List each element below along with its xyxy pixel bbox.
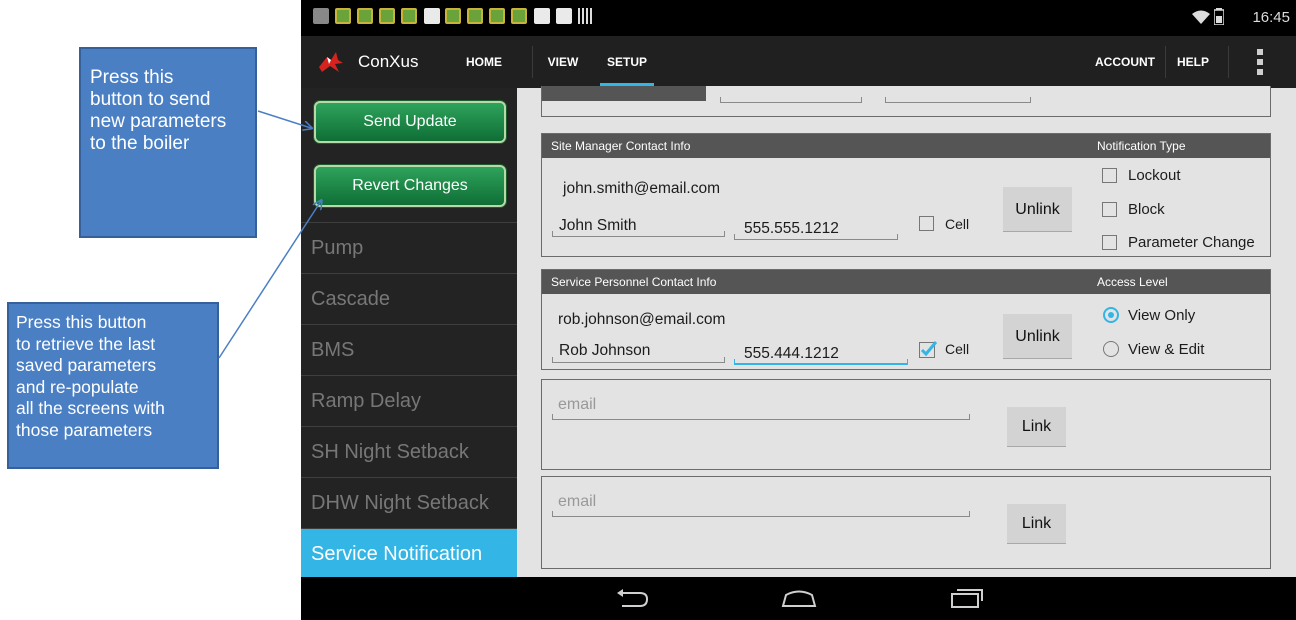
- email-field-underline: [552, 511, 970, 517]
- email-input[interactable]: email: [558, 493, 596, 511]
- briefcase-icon: [534, 8, 550, 24]
- parameter-change-checkbox[interactable]: [1102, 235, 1117, 250]
- parameter-change-label: Parameter Change: [1128, 234, 1255, 251]
- email-field-underline: [552, 414, 970, 420]
- lockout-label: Lockout: [1128, 167, 1181, 184]
- service-personnel-title: Service Personnel Contact Info: [551, 275, 717, 289]
- site-manager-email[interactable]: john.smith@email.com: [563, 180, 720, 198]
- app-notification-icon: [511, 8, 527, 24]
- app-notification-icon: [489, 8, 505, 24]
- empty-contact-slot: email Link: [541, 476, 1271, 569]
- action-bar: ConXus HOME VIEW SETUP ACCOUNT HELP: [301, 36, 1296, 88]
- revert-changes-button[interactable]: Revert Changes: [314, 165, 506, 207]
- service-personnel-panel: Service Personnel Contact Info Access Le…: [541, 269, 1271, 370]
- tab-account[interactable]: ACCOUNT: [1091, 36, 1159, 88]
- service-personnel-email[interactable]: rob.johnson@email.com: [558, 311, 725, 329]
- sidebar: Send Update Revert Changes Pump Cascade …: [301, 88, 517, 577]
- app-name: ConXus: [358, 52, 419, 71]
- gallery-icon: [313, 8, 329, 24]
- tab-setup[interactable]: SETUP: [600, 36, 654, 88]
- app-notification-icon: [467, 8, 483, 24]
- lockout-checkbox[interactable]: [1102, 168, 1117, 183]
- app-notification-icon: [357, 8, 373, 24]
- nav-divider: [1165, 46, 1166, 78]
- service-personnel-cell-label: Cell: [945, 341, 970, 357]
- callout-revert-text: Press this button to retrieve the last s…: [16, 312, 165, 440]
- link-button[interactable]: Link: [1007, 407, 1066, 447]
- nav-divider: [532, 46, 533, 78]
- sidebar-item-dhw-night-setback[interactable]: DHW Night Setback: [301, 477, 517, 528]
- navigation-bar: [301, 577, 1296, 620]
- back-icon[interactable]: [614, 587, 650, 609]
- sidebar-item-bms[interactable]: BMS: [301, 324, 517, 375]
- notification-type-title: Notification Type: [1097, 139, 1186, 153]
- text-field-underline: [720, 97, 862, 103]
- checkbox-icon: [556, 8, 572, 24]
- tab-home[interactable]: HOME: [454, 36, 514, 88]
- view-edit-radio[interactable]: [1103, 341, 1119, 357]
- block-checkbox[interactable]: [1102, 202, 1117, 217]
- text-field-underline: [885, 97, 1031, 103]
- site-manager-cell-checkbox[interactable]: [919, 216, 934, 231]
- view-only-radio[interactable]: [1103, 307, 1119, 323]
- battery-icon: [1214, 8, 1224, 25]
- wifi-icon: [1192, 10, 1210, 24]
- sidebar-item-ramp-delay[interactable]: Ramp Delay: [301, 375, 517, 426]
- status-bar: 16:45: [301, 0, 1296, 36]
- app-notification-icon: [335, 8, 351, 24]
- recents-icon[interactable]: [948, 587, 984, 609]
- app-notification-icon: [445, 8, 461, 24]
- block-label: Block: [1128, 201, 1165, 218]
- sidebar-item-sh-night-setback[interactable]: SH Night Setback: [301, 426, 517, 477]
- barcode-icon: [578, 8, 594, 24]
- tablet-screen: 16:45 ConXus HOME VIEW SETUP ACCOUNT HEL…: [301, 0, 1296, 620]
- access-level-title: Access Level: [1097, 275, 1168, 289]
- callout-revert-changes: Press this button to retrieve the last s…: [7, 302, 219, 469]
- unlink-button[interactable]: Unlink: [1003, 314, 1072, 359]
- overflow-menu-icon[interactable]: [1257, 49, 1263, 75]
- app-notification-icon: [379, 8, 395, 24]
- sidebar-item-pump[interactable]: Pump: [301, 222, 517, 273]
- site-manager-title: Site Manager Contact Info: [551, 139, 691, 153]
- site-manager-cell-label: Cell: [945, 216, 970, 232]
- scrolled-header: [542, 86, 706, 101]
- tab-view[interactable]: VIEW: [542, 36, 584, 88]
- app-notification-icon: [401, 8, 417, 24]
- tab-help[interactable]: HELP: [1171, 36, 1215, 88]
- callout-send-update: Press this button to send new parameters…: [79, 47, 257, 238]
- service-personnel-header: Service Personnel Contact Info Access Le…: [542, 270, 1270, 294]
- view-edit-label: View & Edit: [1128, 341, 1205, 358]
- app-logo-icon: [319, 52, 343, 72]
- main-content: Site Manager Contact Info Notification T…: [517, 86, 1296, 577]
- clock: 16:45: [1252, 9, 1290, 26]
- site-manager-panel: Site Manager Contact Info Notification T…: [541, 133, 1271, 257]
- briefcase-icon: [424, 8, 440, 24]
- home-icon[interactable]: [780, 587, 818, 609]
- email-input[interactable]: email: [558, 396, 596, 414]
- name-field-underline: [552, 357, 725, 363]
- sidebar-item-cascade[interactable]: Cascade: [301, 273, 517, 324]
- sidebar-item-service-notification[interactable]: Service Notification: [301, 528, 517, 577]
- unlink-button[interactable]: Unlink: [1003, 187, 1072, 232]
- link-button[interactable]: Link: [1007, 504, 1066, 544]
- view-only-label: View Only: [1128, 307, 1196, 324]
- site-manager-header: Site Manager Contact Info Notification T…: [542, 134, 1270, 158]
- phone-field-underline: [734, 359, 908, 365]
- nav-divider: [1228, 46, 1229, 78]
- name-field-underline: [552, 231, 725, 237]
- empty-contact-slot: email Link: [541, 379, 1271, 470]
- send-update-button[interactable]: Send Update: [314, 101, 506, 143]
- screenshot: Press this button to send new parameters…: [0, 0, 1296, 620]
- service-personnel-cell-checkbox[interactable]: [919, 341, 938, 358]
- scrolled-panel: [541, 86, 1271, 117]
- callout-send-update-text: Press this button to send new parameters…: [90, 67, 227, 154]
- phone-field-underline: [734, 234, 898, 240]
